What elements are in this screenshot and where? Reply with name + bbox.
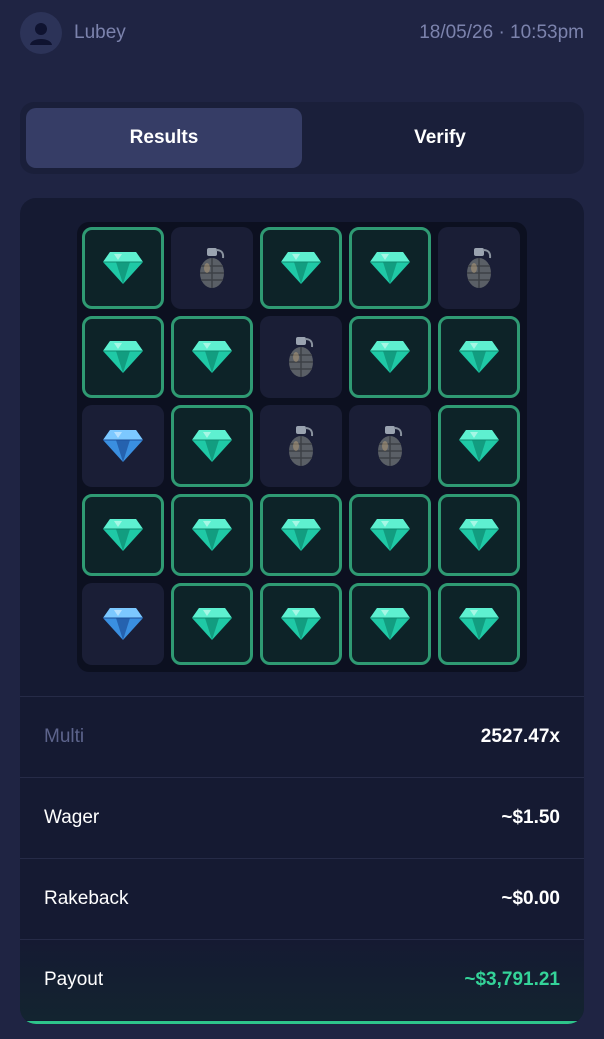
board-tile — [82, 316, 164, 398]
gem-icon — [191, 606, 233, 642]
gem-icon — [102, 428, 144, 464]
gem-icon — [369, 606, 411, 642]
board-tile — [438, 405, 520, 487]
grenade-icon — [375, 424, 405, 468]
gem-icon — [458, 339, 500, 375]
avatar[interactable] — [20, 12, 62, 54]
tab-verify[interactable]: Verify — [302, 108, 578, 168]
board-tile — [82, 583, 164, 665]
gem-icon — [280, 517, 322, 553]
bet-header: Lubey 18/05/26 · 10:53pm — [20, 12, 584, 54]
stats-list: Multi 2527.47x Wager ~$1.50 Rakeback ~$0… — [20, 696, 584, 1020]
gem-icon — [369, 339, 411, 375]
multi-value: 2527.47x — [480, 726, 560, 747]
rakeback-value: ~$0.00 — [501, 888, 560, 909]
gem-icon — [191, 339, 233, 375]
grenade-icon — [286, 424, 316, 468]
board-tile — [438, 316, 520, 398]
board-tile — [349, 583, 431, 665]
stat-row-rakeback: Rakeback ~$0.00 — [20, 858, 584, 939]
board-tile — [260, 227, 342, 309]
board-tile — [171, 583, 253, 665]
board-tile — [438, 227, 520, 309]
wager-value: ~$1.50 — [501, 807, 560, 828]
stat-row-payout: Payout ~$3,791.21 — [20, 939, 584, 1020]
payout-accent-bar — [20, 1021, 584, 1024]
gem-icon — [458, 606, 500, 642]
board-tile — [349, 227, 431, 309]
board-tile — [349, 494, 431, 576]
board-tile — [438, 583, 520, 665]
gem-icon — [369, 517, 411, 553]
grenade-icon — [197, 246, 227, 290]
board-tile — [260, 405, 342, 487]
board-tile — [349, 316, 431, 398]
board-tile — [260, 494, 342, 576]
gem-icon — [458, 517, 500, 553]
board-tile — [171, 316, 253, 398]
grenade-icon — [286, 335, 316, 379]
board-tile — [82, 405, 164, 487]
tab-results[interactable]: Results — [26, 108, 302, 168]
rakeback-label: Rakeback — [44, 888, 129, 909]
mines-board — [77, 222, 527, 672]
board-tile — [438, 494, 520, 576]
payout-value: ~$3,791.21 — [464, 969, 560, 990]
user-info: Lubey — [20, 12, 126, 54]
gem-icon — [102, 606, 144, 642]
gem-icon — [102, 517, 144, 553]
stat-row-wager: Wager ~$1.50 — [20, 777, 584, 858]
bet-timestamp: 18/05/26 · 10:53pm — [419, 22, 584, 43]
gem-icon — [191, 517, 233, 553]
wager-label: Wager — [44, 807, 100, 828]
gem-icon — [280, 606, 322, 642]
result-tabs: Results Verify — [20, 102, 584, 174]
board-tile — [260, 583, 342, 665]
gem-icon — [280, 250, 322, 286]
board-tile — [171, 405, 253, 487]
payout-label: Payout — [44, 969, 104, 990]
multi-label: Multi — [44, 726, 85, 747]
board-tile — [349, 405, 431, 487]
username[interactable]: Lubey — [74, 22, 126, 44]
board-tile — [82, 494, 164, 576]
board-tile — [82, 227, 164, 309]
board-tile — [171, 227, 253, 309]
user-icon — [30, 23, 52, 45]
grenade-icon — [464, 246, 494, 290]
gem-icon — [369, 250, 411, 286]
result-card: Multi 2527.47x Wager ~$1.50 Rakeback ~$0… — [20, 198, 584, 1024]
gem-icon — [191, 428, 233, 464]
gem-icon — [458, 428, 500, 464]
gem-icon — [102, 250, 144, 286]
gem-icon — [102, 339, 144, 375]
board-tile — [171, 494, 253, 576]
board-tile — [260, 316, 342, 398]
stat-row-multi: Multi 2527.47x — [20, 696, 584, 777]
